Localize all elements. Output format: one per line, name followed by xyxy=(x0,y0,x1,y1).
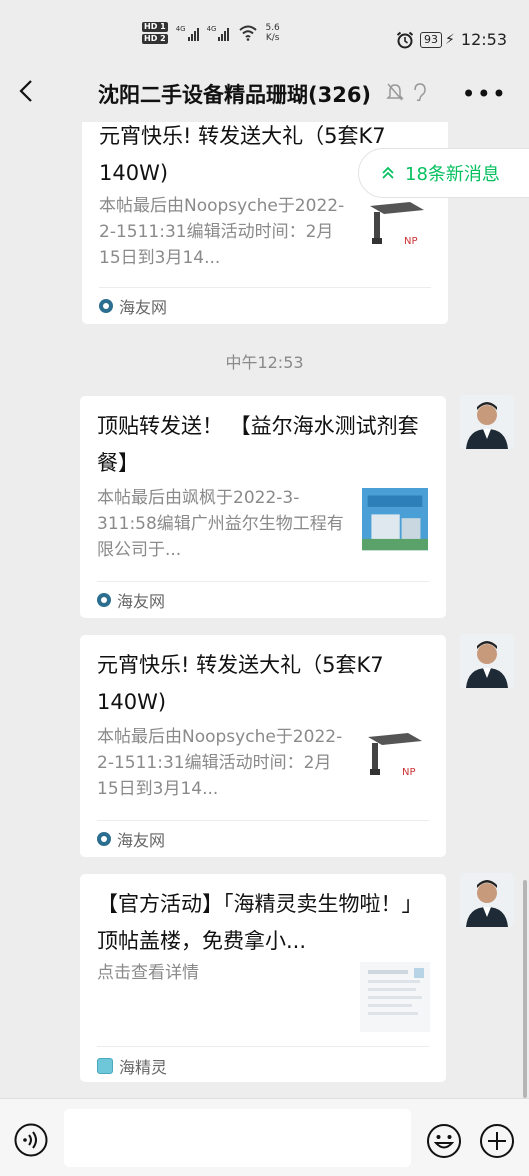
card-desc: 本帖最后由飒枫于2022-3-311:58编辑广州益尔生物工程有限公司于... xyxy=(97,488,344,560)
link-card[interactable]: 顶贴转发送！ 【益尔海水测试剂套餐】 本帖最后由飒枫于2022-3-311:58… xyxy=(80,396,446,618)
card-divider xyxy=(97,820,429,821)
new-messages-label: 18条新消息 xyxy=(405,164,500,185)
link-card[interactable]: 【官方活动】「海精灵卖生物啦！」顶帖盖楼，免费拿小... 点击查看详情 海精灵 xyxy=(80,874,446,1082)
card-source: 海友网 xyxy=(97,827,165,851)
network-speed: 5.6 K/s xyxy=(265,23,280,43)
card-divider xyxy=(97,581,429,582)
chevron-left-icon[interactable] xyxy=(16,78,38,104)
avatar[interactable] xyxy=(460,395,514,449)
card-title: 【官方活动】「海精灵卖生物啦！」顶帖盖楼，免费拿小... xyxy=(97,892,423,953)
svg-text:NP: NP xyxy=(404,236,418,247)
chat-header: 沈阳二手设备精品珊瑚(326) ••• xyxy=(0,62,529,122)
more-icon[interactable]: ••• xyxy=(462,80,507,108)
message-input[interactable] xyxy=(64,1109,411,1167)
wifi-icon xyxy=(239,25,258,41)
ear-icon xyxy=(414,83,426,102)
building-thumbnail xyxy=(362,488,428,551)
double-chevron-up-icon xyxy=(382,166,394,179)
source-label: 海友网 xyxy=(119,298,168,317)
hd-indicators: HD 1 HD 2 xyxy=(142,22,168,44)
card-desc: 点击查看详情 xyxy=(97,963,199,983)
timestamp: 中午12:53 xyxy=(225,353,304,372)
voice-icon[interactable] xyxy=(14,1123,48,1157)
card-source: 海友网 xyxy=(97,588,165,612)
hd1-badge: HD 1 xyxy=(142,22,168,32)
card-desc: 本帖最后由Noopsyche于2022-2-1511:31编辑活动时间：2月15… xyxy=(99,196,345,268)
status-right: 93 ⚡ 12:53 xyxy=(396,30,507,49)
card-title: 元宵快乐! 转发送大礼（5套K7 140W) xyxy=(97,653,384,714)
clock: 12:53 xyxy=(460,30,507,49)
charging-icon: ⚡ xyxy=(445,31,455,48)
emoji-icon[interactable] xyxy=(426,1123,462,1159)
plus-icon[interactable] xyxy=(479,1123,515,1159)
battery-indicator: 93 xyxy=(420,31,443,48)
source-label: 海友网 xyxy=(117,592,166,611)
card-divider xyxy=(97,1046,429,1047)
bell-off-icon xyxy=(386,83,404,101)
chat-area[interactable]: 元宵快乐! 转发送大礼（5套K7 140W) 本帖最后由Noopsyche于20… xyxy=(0,122,529,1098)
input-bar xyxy=(0,1098,529,1176)
haijingling-icon xyxy=(97,1058,113,1074)
document-thumbnail xyxy=(360,962,430,1032)
haiyou-icon xyxy=(97,832,111,846)
hd2-badge: HD 2 xyxy=(142,34,168,44)
chat-title: 沈阳二手设备精品珊瑚(326) xyxy=(98,83,372,107)
card-title: 顶贴转发送！ 【益尔海水测试剂套餐】 xyxy=(97,414,419,475)
lamp-thumbnail: NP xyxy=(362,198,432,268)
card-desc: 本帖最后由Noopsyche于2022-2-1511:31编辑活动时间：2月15… xyxy=(97,727,343,799)
card-source: 海友网 xyxy=(99,294,167,318)
scrollbar[interactable] xyxy=(523,880,527,1098)
signal-2-icon: 4G xyxy=(207,25,230,41)
lamp-thumbnail: NP xyxy=(360,729,430,799)
signal-1-icon: 4G xyxy=(176,25,199,41)
svg-text:NP: NP xyxy=(402,767,416,778)
title-status-icons xyxy=(386,82,428,102)
status-left: HD 1 HD 2 4G 4G 5.6 K/s xyxy=(142,22,280,44)
source-label: 海友网 xyxy=(117,831,166,850)
alarm-icon xyxy=(396,31,414,48)
haiyou-icon xyxy=(97,593,111,607)
source-label: 海精灵 xyxy=(119,1058,168,1077)
new-messages-button[interactable]: 18条新消息 xyxy=(358,148,529,198)
card-divider xyxy=(99,287,431,288)
status-bar: HD 1 HD 2 4G 4G 5.6 K/s 93 ⚡ 12:53 xyxy=(0,0,529,62)
avatar[interactable] xyxy=(460,634,514,688)
avatar[interactable] xyxy=(460,873,514,927)
card-source: 海精灵 xyxy=(97,1054,167,1078)
link-card[interactable]: 元宵快乐! 转发送大礼（5套K7 140W) 本帖最后由Noopsyche于20… xyxy=(80,635,446,857)
haiyou-icon xyxy=(99,299,113,313)
